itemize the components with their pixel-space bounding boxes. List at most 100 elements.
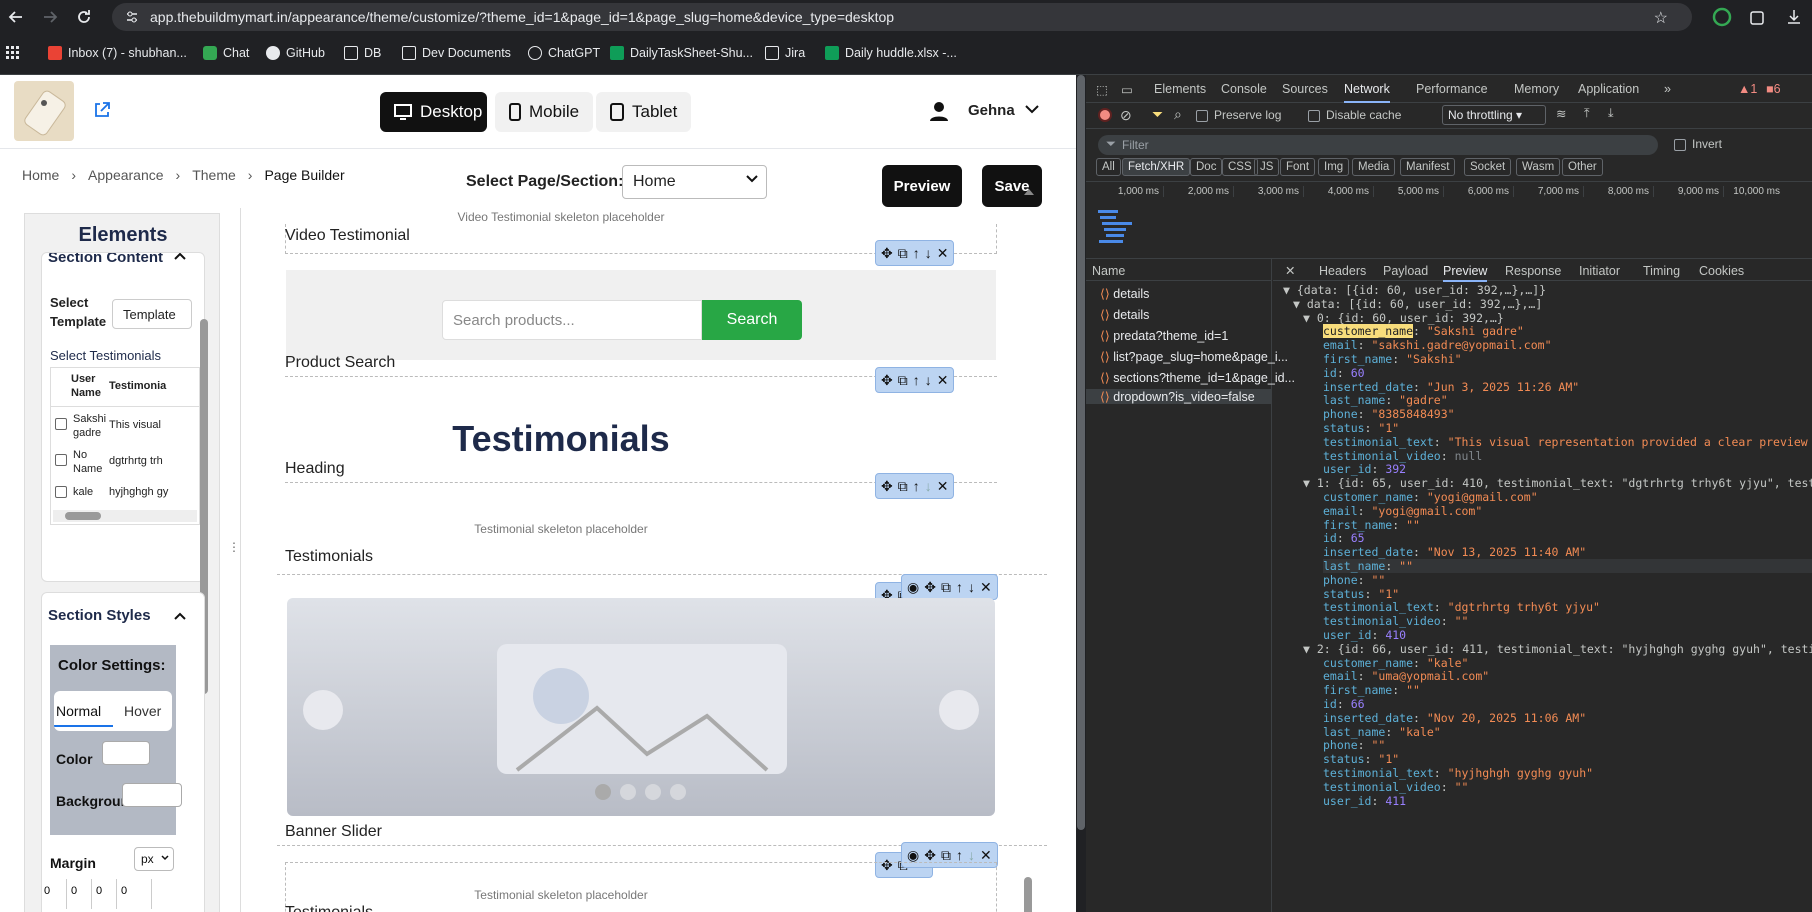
disable-cache-checkbox[interactable] [1308,110,1320,122]
template-select[interactable]: Template [112,299,192,329]
slider-prev-button[interactable] [303,690,343,730]
device-desktop-button[interactable]: Desktop [380,92,487,132]
chip-manifest[interactable]: Manifest [1400,158,1456,176]
request-row[interactable]: ⟨⟩ list?page_slug=home&page_i... [1100,349,1288,364]
color-input[interactable] [102,741,150,765]
row-checkbox[interactable] [55,486,67,498]
puzzle-icon[interactable] [1748,7,1768,27]
device-toolbar-icon[interactable]: ▭ [1121,82,1133,97]
chip-img[interactable]: Img [1318,158,1350,176]
tab-response[interactable]: Response [1505,264,1561,278]
download-icon[interactable]: ⤓ [1608,106,1614,121]
copy-icon[interactable]: ⧉ [898,478,908,495]
error-count[interactable]: ▲1 [1738,82,1757,96]
json-object-line[interactable]: ▼ {data: [{id: 60, user_id: 392,…},…]} [1283,283,1546,297]
scrollbar-thumb[interactable] [1077,75,1085,830]
close-icon[interactable]: ✕ [980,847,992,864]
slider-dot[interactable] [670,784,686,800]
tab-payload[interactable]: Payload [1383,264,1428,278]
chip-css[interactable]: CSS [1222,158,1258,176]
arrow-up-icon[interactable]: ↑ [913,478,920,494]
bookmark-star-icon[interactable]: ☆ [1654,8,1668,28]
chip-other[interactable]: Other [1562,158,1603,176]
margin-unit-select[interactable]: px [134,847,174,871]
background-input[interactable] [122,783,182,807]
search-button[interactable]: Search [702,300,802,340]
tab-timing[interactable]: Timing [1643,264,1680,278]
arrow-up-icon[interactable]: ↑ [913,245,920,261]
search-input[interactable]: Search products... [442,300,702,340]
tab-network[interactable]: Network [1344,82,1390,103]
close-icon[interactable]: ✕ [937,372,949,389]
tab-performance[interactable]: Performance [1416,82,1488,96]
bookmark-daily-huddle[interactable]: Daily huddle.xlsx -... [825,46,957,60]
copy-icon[interactable]: ⧉ [898,372,908,389]
preserve-log-checkbox[interactable] [1196,110,1208,122]
close-icon[interactable]: ✕ [937,478,949,495]
bookmark-gmail[interactable]: Inbox (7) - shubhan... [48,46,187,60]
page-scrollbar[interactable] [1076,75,1086,912]
site-info-icon[interactable] [124,9,140,25]
search-icon[interactable]: ⌕ [1174,106,1182,123]
chip-media[interactable]: Media [1352,158,1396,176]
device-mobile-button[interactable]: Mobile [495,92,594,132]
breadcrumb-appearance[interactable]: Appearance [88,167,164,183]
filter-icon[interactable]: ⏷ [1152,106,1163,123]
json-object-line[interactable]: ▼ 0: {id: 60, user_id: 392,…} [1303,311,1504,325]
request-row[interactable]: ⟨⟩ sections?theme_id=1&page_id... [1100,370,1295,385]
request-row[interactable]: ⟨⟩ predata?theme_id=1 [1100,328,1228,343]
throttling-select[interactable]: No throttling ▾ [1442,105,1546,125]
bookmark-dev-documents[interactable]: Dev Documents [402,46,511,60]
bookmark-github[interactable]: GitHub [266,46,325,60]
tab-memory[interactable]: Memory [1514,82,1559,96]
forward-icon[interactable] [40,7,60,27]
request-row-selected[interactable]: ⟨⟩ dropdown?is_video=false [1086,389,1272,404]
move-icon[interactable]: ✥ [881,372,893,389]
slider-next-button[interactable] [939,690,979,730]
upload-icon[interactable]: ⤒ [1584,106,1590,121]
tab-cookies[interactable]: Cookies [1699,264,1744,278]
inspect-icon[interactable]: ⬚ [1096,82,1108,97]
record-icon[interactable] [1098,108,1112,122]
warning-count[interactable]: ■6 [1766,82,1781,96]
margin-bottom-input[interactable]: 0 [92,879,117,909]
arrow-down-icon[interactable]: ↓ [925,372,932,388]
arrow-up-icon[interactable]: ↑ [956,579,963,595]
chevron-up-icon[interactable] [174,611,186,621]
horizontal-scrollbar[interactable] [53,510,197,522]
resize-handle-icon[interactable]: ⋮ [228,540,240,554]
eye-icon[interactable]: ◉ [907,847,919,864]
tab-elements[interactable]: Elements [1154,82,1206,96]
json-object-line[interactable]: ▼ data: [{id: 60, user_id: 392,…},…] [1293,297,1542,311]
chip-doc[interactable]: Doc [1190,158,1223,176]
download-icon[interactable] [1784,7,1804,27]
bookmark-dailytasksheet[interactable]: DailyTaskSheet-Shu... [610,46,753,60]
chip-socket[interactable]: Socket [1464,158,1512,176]
table-row[interactable]: kale hyjhghgh gy [51,480,199,506]
more-tabs-icon[interactable]: » [1664,82,1671,96]
slider-dot[interactable] [620,784,636,800]
row-checkbox[interactable] [55,418,67,430]
move-icon[interactable]: ✥ [924,847,936,864]
close-icon[interactable]: ✕ [980,579,992,596]
bookmark-chat[interactable]: Chat [203,46,249,60]
move-icon[interactable]: ✥ [881,245,893,262]
chip-js[interactable]: JS [1254,158,1280,176]
address-bar[interactable]: app.thebuildmymart.in/appearance/theme/c… [112,3,1692,31]
tab-sources[interactable]: Sources [1282,82,1328,96]
arrow-down-icon[interactable]: ↓ [968,579,975,595]
copy-icon[interactable]: ⧉ [941,579,951,596]
tab-normal[interactable]: Normal [54,703,114,727]
clear-icon[interactable]: ⊘ [1120,107,1132,124]
filter-input[interactable]: ⏷ Filter [1098,135,1658,155]
slider-dot[interactable] [595,784,611,800]
tab-hover[interactable]: Hover [124,703,161,719]
breadcrumb-theme[interactable]: Theme [192,167,236,183]
margin-top-input[interactable]: 0 [42,879,67,909]
close-icon[interactable]: ✕ [1285,263,1295,278]
section-styles-title[interactable]: Section Styles [48,607,151,624]
extension-icon[interactable] [1712,7,1732,27]
tab-application[interactable]: Application [1578,82,1639,96]
row-checkbox[interactable] [55,454,67,466]
apps-grid-icon[interactable] [6,46,20,60]
